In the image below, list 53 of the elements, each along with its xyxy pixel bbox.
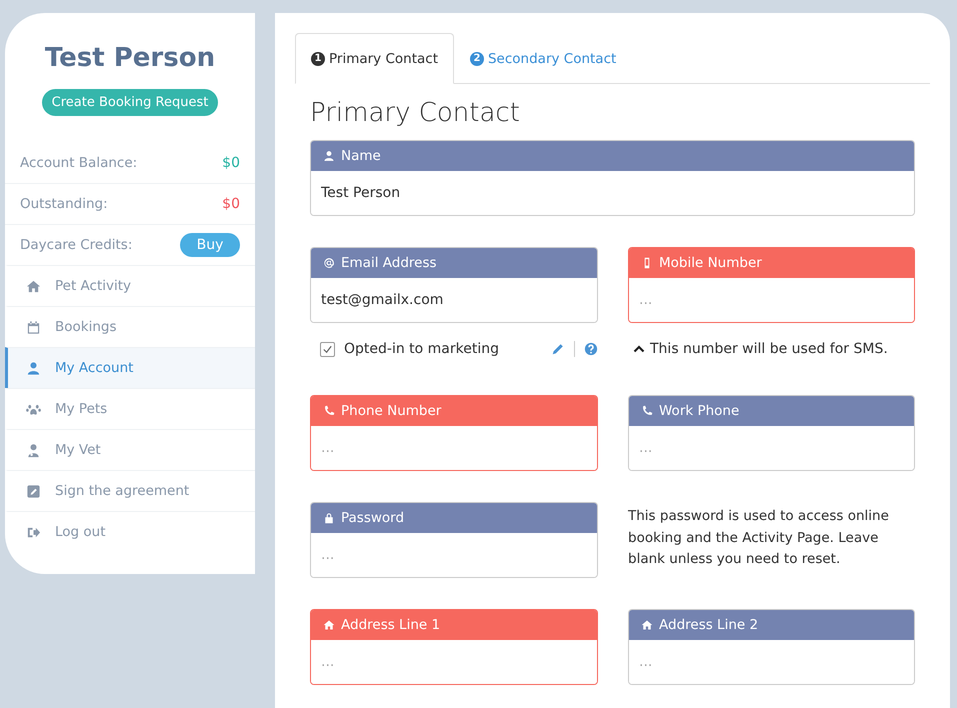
form-field[interactable]: Work Phone ...	[628, 395, 915, 471]
sidebar-item[interactable]: Sign the agreement	[5, 470, 255, 511]
form-field[interactable]: Address Line 2 ...	[628, 609, 915, 685]
caret-up-icon	[633, 343, 645, 355]
house-icon	[26, 278, 41, 294]
phone-icon	[641, 405, 653, 417]
lock-icon	[323, 512, 335, 524]
form-field[interactable]: Mobile Number ...	[628, 247, 915, 323]
tab[interactable]: 2 Secondary Contact	[454, 33, 632, 84]
sidebar-item[interactable]: My Pets	[5, 388, 255, 429]
sidebar-item[interactable]: My Vet	[5, 429, 255, 470]
field-label: Phone Number	[341, 403, 442, 419]
user-name: Test Person	[44, 43, 216, 73]
stat-label: Outstanding:	[20, 196, 108, 212]
form-field[interactable]: Address Line 1 ...	[310, 609, 598, 685]
help-icon[interactable]	[584, 342, 598, 356]
doctor-icon	[26, 442, 41, 458]
at-sign-icon	[323, 257, 335, 269]
field-label: Email Address	[341, 255, 437, 271]
field-label: Mobile Number	[659, 255, 762, 271]
pencil-square-icon	[26, 484, 41, 498]
password-note: This password is used to access online booking and the Activity Page. Leave blank unless you need to reset.	[628, 507, 890, 569]
field-label: Name	[341, 148, 381, 164]
checkmark-icon	[322, 344, 333, 354]
calendar-icon	[26, 320, 41, 334]
hint-text: This number will be used for SMS.	[650, 341, 888, 357]
sidebar-item[interactable]: My Account	[5, 347, 255, 388]
form-field[interactable]: Email Address test@gmailx.com	[310, 247, 598, 323]
person-icon	[323, 150, 335, 162]
stat-label: Account Balance:	[20, 155, 138, 171]
field-label: Password	[341, 510, 404, 526]
name-field[interactable]: Name Test Person	[310, 140, 915, 216]
form-field[interactable]: Phone Number ...	[310, 395, 598, 471]
phone-icon	[323, 405, 335, 417]
pencil-icon[interactable]	[551, 342, 565, 356]
field-label: Address Line 2	[659, 617, 758, 633]
form-field[interactable]: Password ...	[310, 502, 598, 578]
buy-button[interactable]: Buy	[180, 233, 240, 257]
page-heading: Primary Contact	[310, 98, 521, 128]
house-icon	[323, 619, 335, 631]
stat-value: $0	[222, 155, 240, 171]
checkbox-label: Opted-in to marketing	[344, 341, 500, 357]
stat-label: Daycare Credits:	[20, 237, 132, 253]
sidebar-item[interactable]: Pet Activity	[5, 265, 255, 306]
checkbox[interactable]	[320, 342, 335, 356]
sidebar-item[interactable]: Log out	[5, 511, 255, 552]
house-icon	[641, 619, 653, 631]
field-label: Work Phone	[659, 403, 740, 419]
tab[interactable]: 1 Primary Contact	[295, 33, 454, 84]
stat-value: $0	[222, 196, 240, 212]
create-booking-button[interactable]: Create Booking Request	[42, 89, 218, 116]
person-icon	[26, 360, 41, 376]
field-label: Address Line 1	[341, 617, 440, 633]
